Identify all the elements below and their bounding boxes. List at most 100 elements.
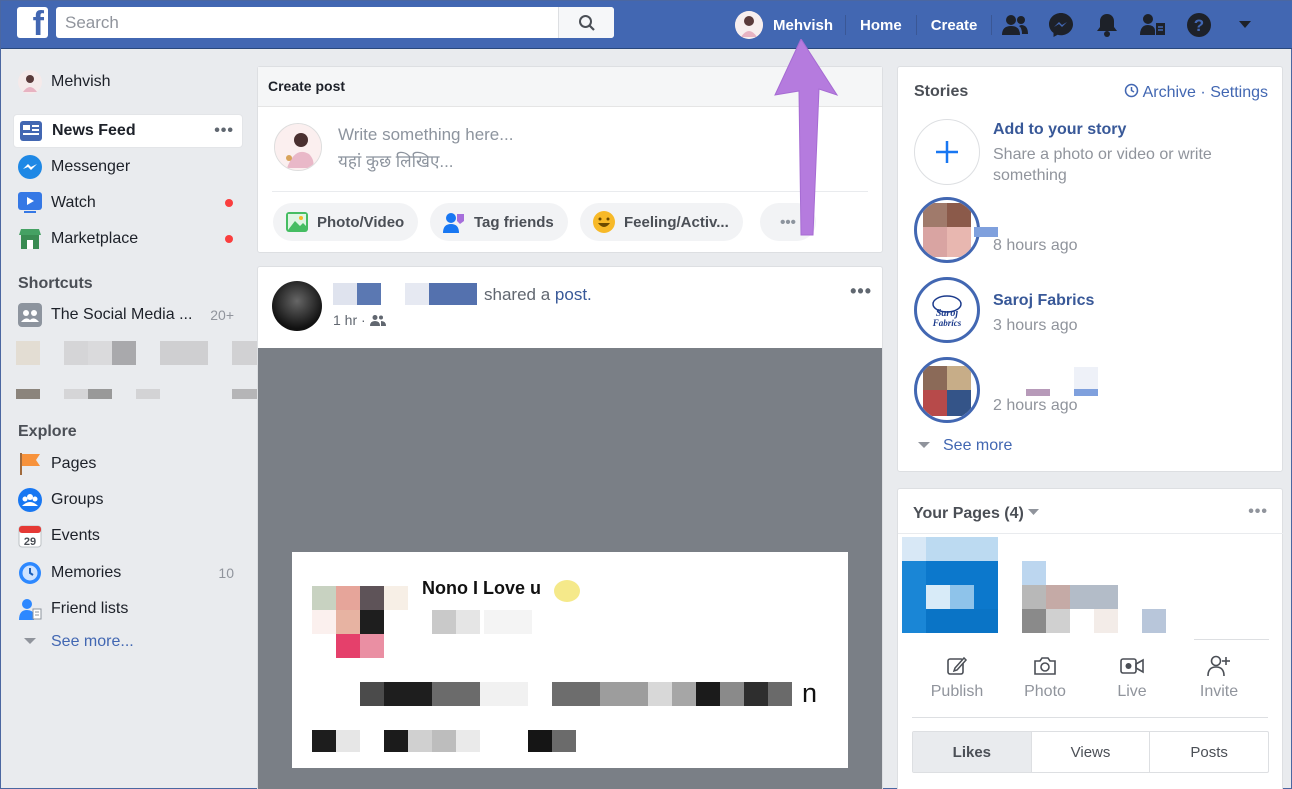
sidebar-item-watch[interactable]: Watch — [13, 186, 243, 220]
preview-text-fragment: n — [802, 678, 818, 708]
pencil-icon — [913, 653, 1001, 679]
annotation-arrow-icon — [774, 39, 839, 236]
story-avatar[interactable] — [914, 197, 980, 263]
your-pages-label: Your Pages (4) — [913, 505, 1024, 522]
invite-button[interactable]: Invite — [1175, 653, 1263, 701]
add-story-title[interactable]: Add to your story — [993, 121, 1126, 139]
sidebar-item-label: Events — [51, 527, 100, 544]
sidebar-item-marketplace[interactable]: Marketplace — [13, 222, 243, 256]
sidebar-item-label: News Feed — [52, 122, 136, 139]
post-timestamp[interactable]: 1 hr · — [333, 312, 366, 328]
publish-button[interactable]: Publish — [913, 653, 1001, 701]
camera-icon — [1001, 653, 1089, 679]
more-options-icon[interactable]: ••• — [1248, 503, 1268, 521]
svg-text:?: ? — [1194, 16, 1204, 35]
sidebar-item-messenger[interactable]: Messenger — [13, 150, 243, 184]
story-time: 8 hours ago — [993, 237, 1078, 254]
sidebar-item-label: Groups — [51, 491, 104, 508]
search-button[interactable] — [558, 7, 614, 38]
search-icon — [578, 14, 595, 31]
sidebar-item-memories[interactable]: Memories 10 — [13, 556, 243, 590]
dropdown-icon[interactable] — [1222, 1, 1268, 49]
tag-friends-label: Tag friends — [474, 213, 554, 231]
facebook-logo-glyph: f — [32, 7, 44, 38]
story-avatar-saroj-fabrics[interactable]: Saroj Fabrics — [914, 277, 980, 343]
group-icon — [17, 302, 43, 328]
photo-button[interactable]: Photo — [1001, 653, 1089, 701]
help-icon[interactable]: ? — [1176, 1, 1222, 49]
flag-icon — [17, 451, 43, 477]
photo-video-label: Photo/Video — [317, 213, 405, 231]
sidebar-see-more[interactable]: See more... — [13, 625, 243, 659]
sidebar-item-friend-lists[interactable]: Friend lists — [13, 592, 243, 626]
facebook-logo[interactable]: f — [17, 7, 48, 38]
top-navigation-bar: f Mehvish Home Create ? — [1, 1, 1292, 49]
pixelated-story-name — [1074, 367, 1098, 389]
post-options-icon[interactable]: ••• — [850, 281, 872, 302]
story-avatar[interactable] — [914, 357, 980, 423]
sidebar-item-shortcut[interactable]: The Social Media ... 20+ — [13, 298, 243, 332]
sidebar-item-label: Watch — [51, 194, 96, 211]
sidebar-profile[interactable]: Mehvish — [13, 65, 243, 99]
tab-likes[interactable]: Likes — [913, 732, 1032, 772]
settings-link[interactable]: Settings — [1210, 84, 1268, 101]
archive-clock-icon — [1124, 83, 1139, 98]
your-pages-title[interactable]: Your Pages (4) — [913, 505, 1040, 523]
more-options-icon[interactable]: ••• — [214, 122, 234, 140]
archive-link[interactable]: Archive — [1143, 84, 1196, 101]
photo-video-button[interactable]: Photo/Video — [273, 203, 419, 241]
count-badge: 10 — [218, 565, 234, 581]
avatar — [274, 123, 322, 171]
calendar-icon: 29 — [17, 523, 43, 549]
feeling-activity-button[interactable]: Feeling/Activ... — [580, 203, 743, 241]
chevron-down-icon — [1028, 509, 1040, 515]
sidebar-item-groups[interactable]: Groups — [13, 483, 243, 517]
friends-icon[interactable] — [992, 1, 1038, 49]
stories-see-more[interactable]: See more — [918, 437, 1012, 455]
live-label: Live — [1117, 683, 1147, 700]
add-story-button[interactable] — [914, 119, 980, 185]
tab-views[interactable]: Views — [1032, 732, 1151, 772]
search-input[interactable] — [56, 7, 558, 38]
post-composer-input[interactable]: Write something here... यहां कुछ लिखिए..… — [338, 121, 513, 175]
tag-friends-button[interactable]: Tag friends — [430, 203, 568, 241]
story-name[interactable]: Saroj Fabrics — [993, 292, 1094, 310]
sidebar-item-news-feed[interactable]: News Feed ••• — [13, 114, 243, 148]
preview-title: Nono I Love u — [422, 578, 541, 598]
messenger-icon[interactable] — [1038, 1, 1084, 49]
add-person-icon — [1175, 653, 1263, 679]
avatar[interactable] — [272, 281, 322, 331]
feed-post-card: shared a post. 1 hr · ••• Nono I Love u — [257, 266, 883, 789]
profile-name: Mehvish — [773, 16, 834, 34]
notifications-icon[interactable] — [1084, 1, 1130, 49]
divider — [1194, 639, 1269, 640]
explore-heading: Explore — [18, 423, 77, 440]
shared-post-image[interactable]: Nono I Love u n — [258, 348, 882, 789]
sidebar-item-events[interactable]: 29 Events — [13, 519, 243, 553]
count-badge: 20+ — [210, 307, 234, 323]
friends-audience-icon — [369, 315, 386, 326]
story-time: 2 hours ago — [993, 397, 1078, 414]
stories-card: Stories Archive · Settings Add to your s… — [897, 66, 1283, 472]
friend-requests-icon[interactable] — [1130, 1, 1176, 49]
tab-posts[interactable]: Posts — [1150, 732, 1268, 772]
svg-text:Fabrics: Fabrics — [932, 318, 962, 328]
chevron-down-icon — [918, 442, 930, 448]
heart-emoji-icon — [554, 580, 580, 602]
see-more-label: See more — [943, 437, 1013, 454]
divider — [898, 533, 1284, 534]
home-link[interactable]: Home — [846, 15, 917, 35]
sidebar-item-pages[interactable]: Pages — [13, 447, 243, 481]
story-time: 3 hours ago — [993, 317, 1078, 334]
post-link[interactable]: post. — [555, 285, 592, 304]
plus-icon — [936, 141, 958, 163]
see-more-label: See more... — [51, 633, 134, 650]
live-button[interactable]: Live — [1088, 653, 1176, 701]
news-feed-icon — [18, 118, 44, 144]
post-header-text: shared a post. — [484, 285, 592, 305]
live-video-icon — [1088, 653, 1176, 679]
feeling-activity-label: Feeling/Activ... — [624, 213, 729, 231]
profile-link[interactable]: Mehvish — [731, 11, 847, 39]
divider — [912, 717, 1268, 718]
create-link[interactable]: Create — [917, 15, 993, 35]
